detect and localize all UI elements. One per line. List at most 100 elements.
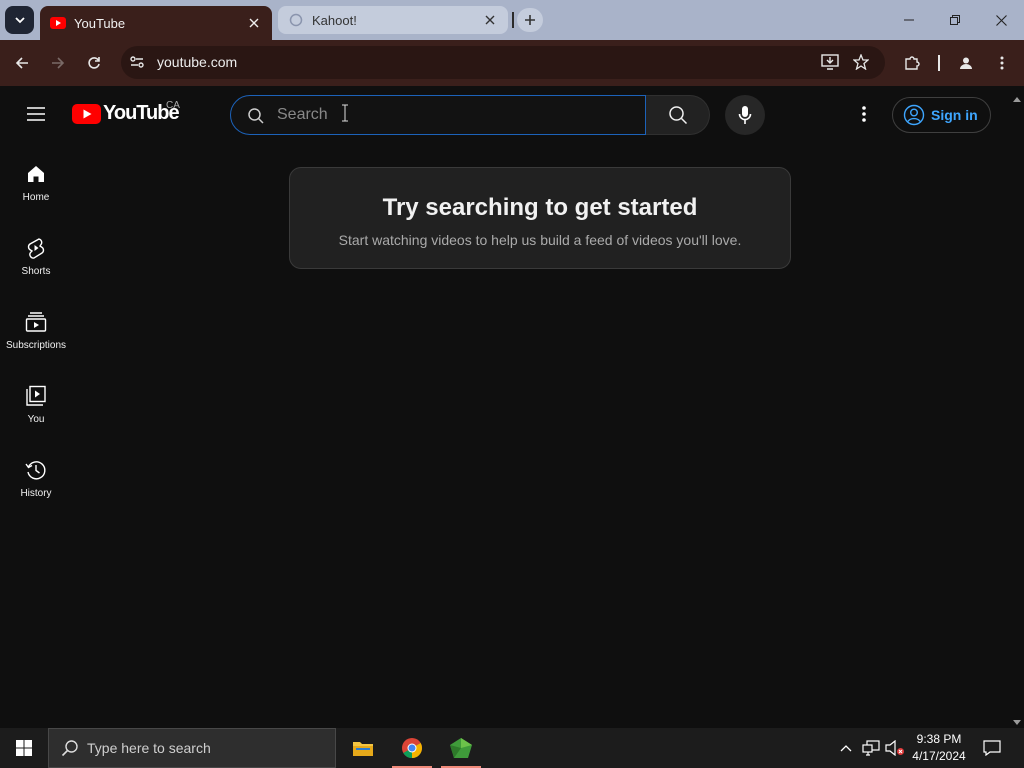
- chrome-icon: [402, 738, 423, 759]
- minimize-icon: [904, 19, 914, 21]
- history-icon: [24, 458, 48, 482]
- browser-menu-button[interactable]: [988, 49, 1016, 77]
- reload-button[interactable]: [80, 49, 108, 77]
- green-gem-app-icon: [450, 738, 472, 758]
- new-tab-button[interactable]: [517, 8, 543, 32]
- file-explorer-button[interactable]: [339, 728, 387, 768]
- kebab-menu-icon: [1000, 56, 1004, 70]
- volume-button[interactable]: [884, 728, 906, 768]
- prompt-title: Try searching to get started: [382, 194, 698, 221]
- windows-logo-icon: [16, 740, 32, 756]
- taskbar-search-box[interactable]: Type here to search: [48, 728, 336, 768]
- microphone-icon: [738, 106, 752, 124]
- folder-icon: [353, 742, 373, 756]
- chevron-down-icon: [14, 17, 25, 24]
- site-info-icon[interactable]: [129, 54, 145, 75]
- account-circle-icon: [903, 104, 925, 126]
- home-icon: [24, 162, 48, 186]
- tab-separator: [512, 12, 514, 28]
- voice-search-button[interactable]: [725, 95, 765, 135]
- app-taskbar-button[interactable]: [437, 728, 485, 768]
- text-cursor-icon: [341, 104, 349, 127]
- url-text: youtube.com: [157, 54, 238, 70]
- scroll-up-arrow[interactable]: [1012, 90, 1022, 102]
- minimize-button[interactable]: [886, 0, 932, 40]
- search-icon: [668, 106, 687, 125]
- sign-in-button[interactable]: Sign in: [892, 97, 991, 133]
- puzzle-icon: [905, 56, 920, 70]
- guide-item-label: Home: [22, 192, 50, 203]
- settings-menu-button[interactable]: [850, 100, 878, 128]
- taskbar-clock[interactable]: 9:38 PM 4/17/2024: [904, 731, 974, 765]
- windows-taskbar: Type here to search 9:38 PM 4/17/2024: [0, 728, 1024, 768]
- chevron-up-icon: [840, 745, 852, 752]
- install-app-icon[interactable]: [821, 54, 839, 75]
- reload-icon: [88, 57, 100, 69]
- tab-title: YouTube: [74, 15, 126, 31]
- guide-item-home[interactable]: Home: [0, 148, 72, 222]
- notification-icon: [983, 740, 1001, 756]
- kebab-menu-icon: [862, 106, 866, 122]
- search-box[interactable]: [230, 95, 646, 135]
- taskbar-search-placeholder: Type here to search: [87, 740, 211, 756]
- tab-youtube[interactable]: YouTube: [40, 6, 272, 40]
- loading-favicon-icon: [288, 12, 304, 28]
- guide-item-label: History: [20, 488, 52, 499]
- restore-icon: [950, 15, 960, 25]
- guide-item-subscriptions[interactable]: Subscriptions: [0, 296, 72, 370]
- close-icon: [995, 14, 1007, 26]
- close-window-button[interactable]: [978, 0, 1024, 40]
- scroll-down-arrow[interactable]: [1012, 714, 1022, 725]
- tab-title: Kahoot!: [312, 12, 357, 28]
- arrow-right-icon: [52, 57, 65, 69]
- network-icon: [862, 740, 880, 756]
- arrow-left-icon: [15, 57, 28, 69]
- hamburger-menu-icon: [27, 107, 45, 121]
- search-button[interactable]: [646, 95, 710, 135]
- guide-item-history[interactable]: History: [0, 444, 72, 518]
- notifications-button[interactable]: [980, 728, 1004, 768]
- search-input[interactable]: [277, 104, 617, 126]
- search-icon: [61, 739, 79, 757]
- shorts-icon: [24, 236, 48, 260]
- country-code: CA: [166, 100, 180, 111]
- person-icon: [960, 57, 972, 69]
- tab-search-button[interactable]: [5, 6, 34, 34]
- guide-item-shorts[interactable]: Shorts: [0, 222, 72, 296]
- bookmark-star-icon[interactable]: [852, 53, 870, 75]
- restore-button[interactable]: [932, 0, 978, 40]
- youtube-header: YouTube CA Sign in: [0, 86, 1024, 142]
- guide-item-label: Subscriptions: [5, 340, 67, 351]
- extensions-button[interactable]: [898, 49, 926, 77]
- show-hidden-icons-button[interactable]: [836, 728, 856, 768]
- guide-item-label: Shorts: [21, 266, 51, 277]
- youtube-play-logo-icon: [72, 103, 101, 124]
- guide-menu-button[interactable]: [22, 100, 50, 128]
- you-icon: [24, 384, 48, 408]
- start-button[interactable]: [0, 728, 48, 768]
- close-tab-icon[interactable]: [246, 15, 262, 31]
- speaker-muted-icon: [885, 740, 904, 756]
- clock-time: 9:38 PM: [916, 732, 962, 746]
- chrome-taskbar-button[interactable]: [388, 728, 436, 768]
- back-button[interactable]: [8, 49, 36, 77]
- youtube-logo[interactable]: YouTube: [72, 102, 180, 125]
- plus-icon: [525, 15, 535, 25]
- guide-item-you[interactable]: You: [0, 370, 72, 444]
- browser-toolbar: youtube.com: [0, 40, 1024, 86]
- sign-in-label: Sign in: [931, 107, 978, 123]
- clock-date: 4/17/2024: [912, 749, 966, 763]
- empty-feed-prompt: Try searching to get started Start watch…: [289, 167, 791, 269]
- profile-button[interactable]: [952, 49, 980, 77]
- tab-kahoot[interactable]: Kahoot!: [278, 6, 508, 34]
- network-status-button[interactable]: [860, 728, 882, 768]
- youtube-favicon-icon: [50, 15, 66, 31]
- search-icon: [247, 107, 265, 130]
- subscriptions-icon: [24, 310, 48, 334]
- browser-tab-strip: YouTube Kahoot!: [0, 0, 1024, 40]
- guide-item-label: You: [27, 414, 45, 425]
- close-tab-icon[interactable]: [482, 12, 498, 28]
- forward-button[interactable]: [44, 49, 72, 77]
- prompt-subtitle: Start watching videos to help us build a…: [338, 232, 742, 248]
- address-bar[interactable]: youtube.com: [121, 46, 885, 79]
